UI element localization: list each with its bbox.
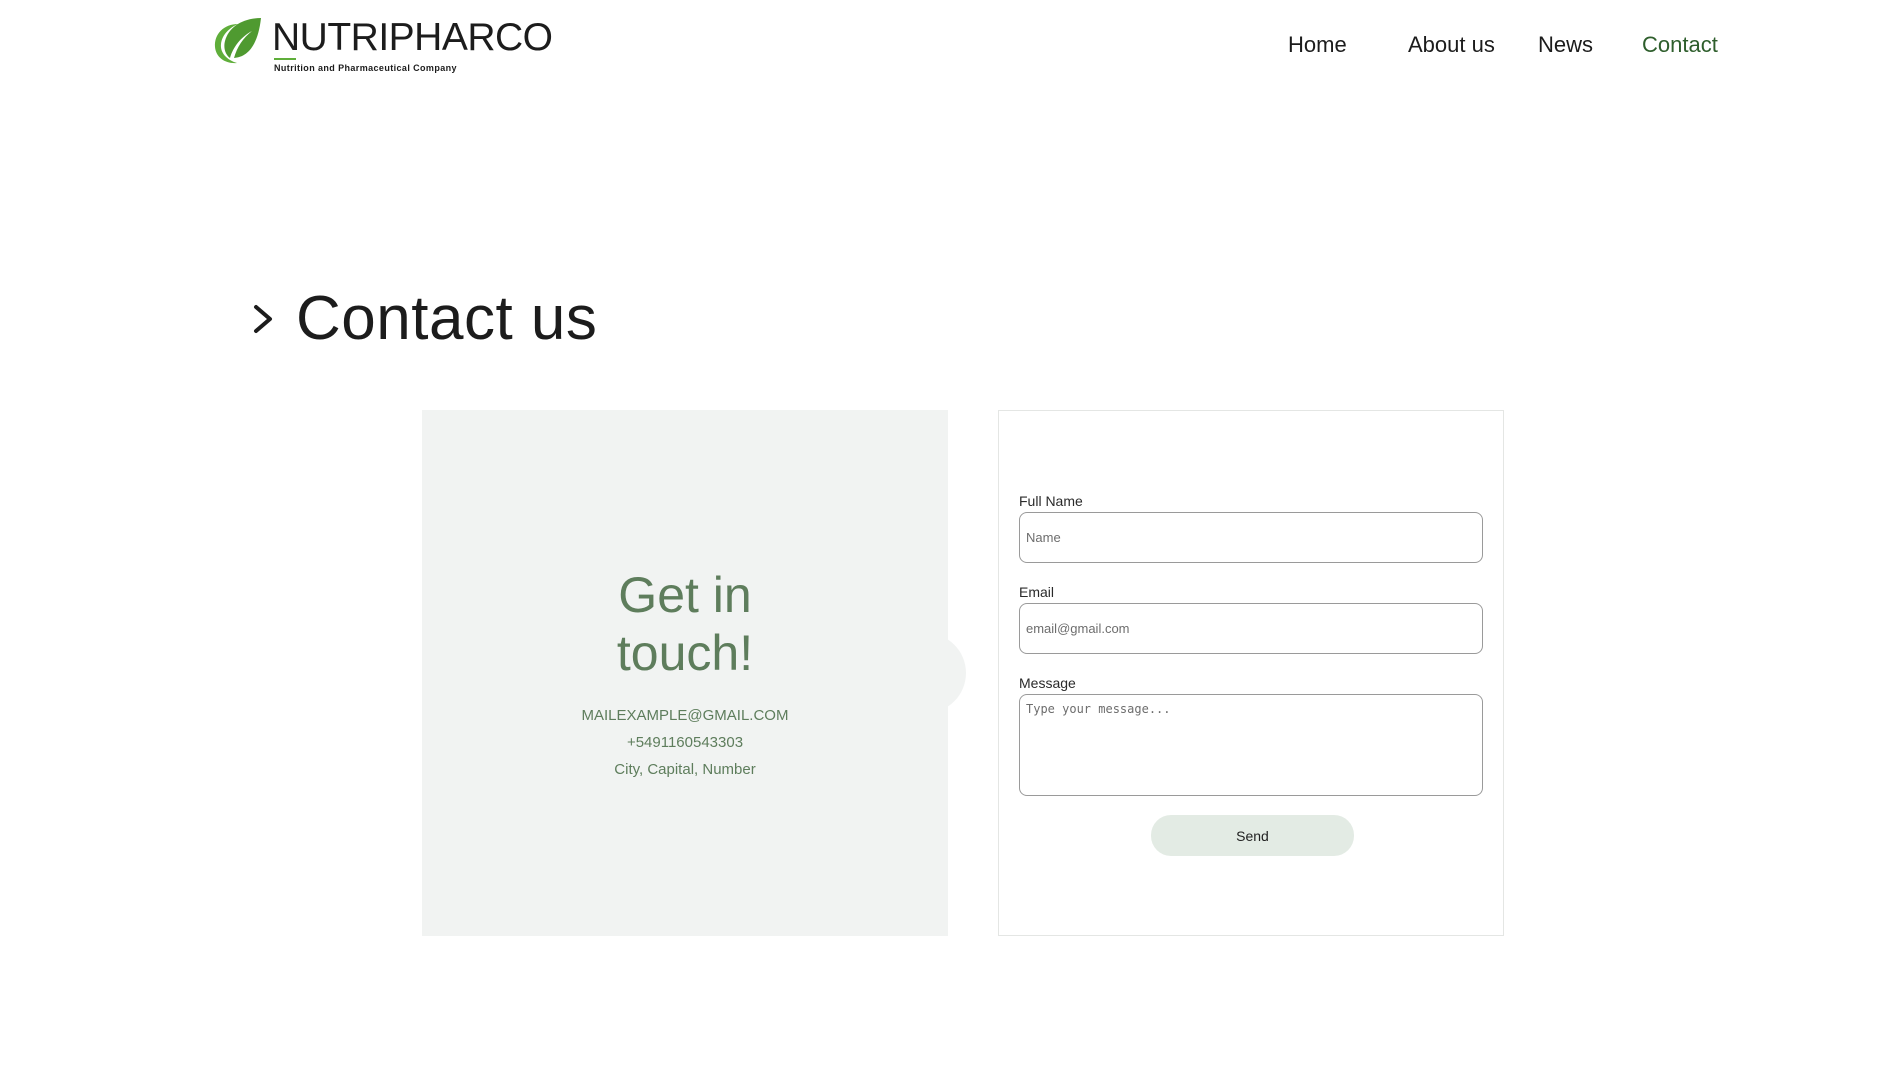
full-name-label: Full Name — [1019, 493, 1083, 509]
heading-line-1: Get in — [618, 567, 752, 623]
contact-address: City, Capital, Number — [614, 761, 756, 778]
contact-form: Full Name Email Message Send — [998, 410, 1504, 936]
brand-logo[interactable]: NUTRIPHARCO Nutrition and Pharmaceutical… — [210, 16, 553, 76]
panel-notch — [918, 633, 966, 713]
brand-rule — [274, 58, 296, 60]
message-textarea[interactable] — [1019, 694, 1483, 796]
contact-info-panel: Get in touch! MAILEXAMPLE@GMAIL.COM +549… — [422, 410, 948, 936]
contact-phone: +5491160543303 — [626, 734, 744, 751]
email-input[interactable] — [1019, 603, 1483, 654]
nav-news[interactable]: News — [1538, 30, 1593, 60]
page: NUTRIPHARCO Nutrition and Pharmaceutical… — [0, 0, 1903, 1080]
page-title-row: Contact us — [250, 284, 597, 354]
nav-contact[interactable]: Contact — [1642, 30, 1718, 60]
full-name-input[interactable] — [1019, 512, 1483, 563]
message-label: Message — [1019, 675, 1076, 691]
heading-line-2: touch! — [616, 625, 754, 681]
chevron-right-icon — [254, 305, 272, 333]
nav-about-us[interactable]: About us — [1408, 30, 1495, 60]
email-label: Email — [1019, 584, 1055, 600]
get-in-touch-heading: Get in touch! — [422, 566, 948, 682]
page-title: Contact us — [296, 284, 598, 353]
site-header: NUTRIPHARCO Nutrition and Pharmaceutical… — [0, 0, 1903, 90]
brand-tagline: Nutrition and Pharmaceutical Company — [274, 63, 457, 73]
contact-details: MAILEXAMPLE@GMAIL.COM +5491160543303 Cit… — [422, 702, 948, 783]
leaf-icon — [214, 18, 261, 64]
brand-name: NUTRIPHARCO — [272, 16, 553, 59]
send-button[interactable]: Send — [1151, 815, 1354, 856]
nav-home[interactable]: Home — [1288, 30, 1347, 60]
contact-email: MAILEXAMPLE@GMAIL.COM — [581, 707, 789, 724]
